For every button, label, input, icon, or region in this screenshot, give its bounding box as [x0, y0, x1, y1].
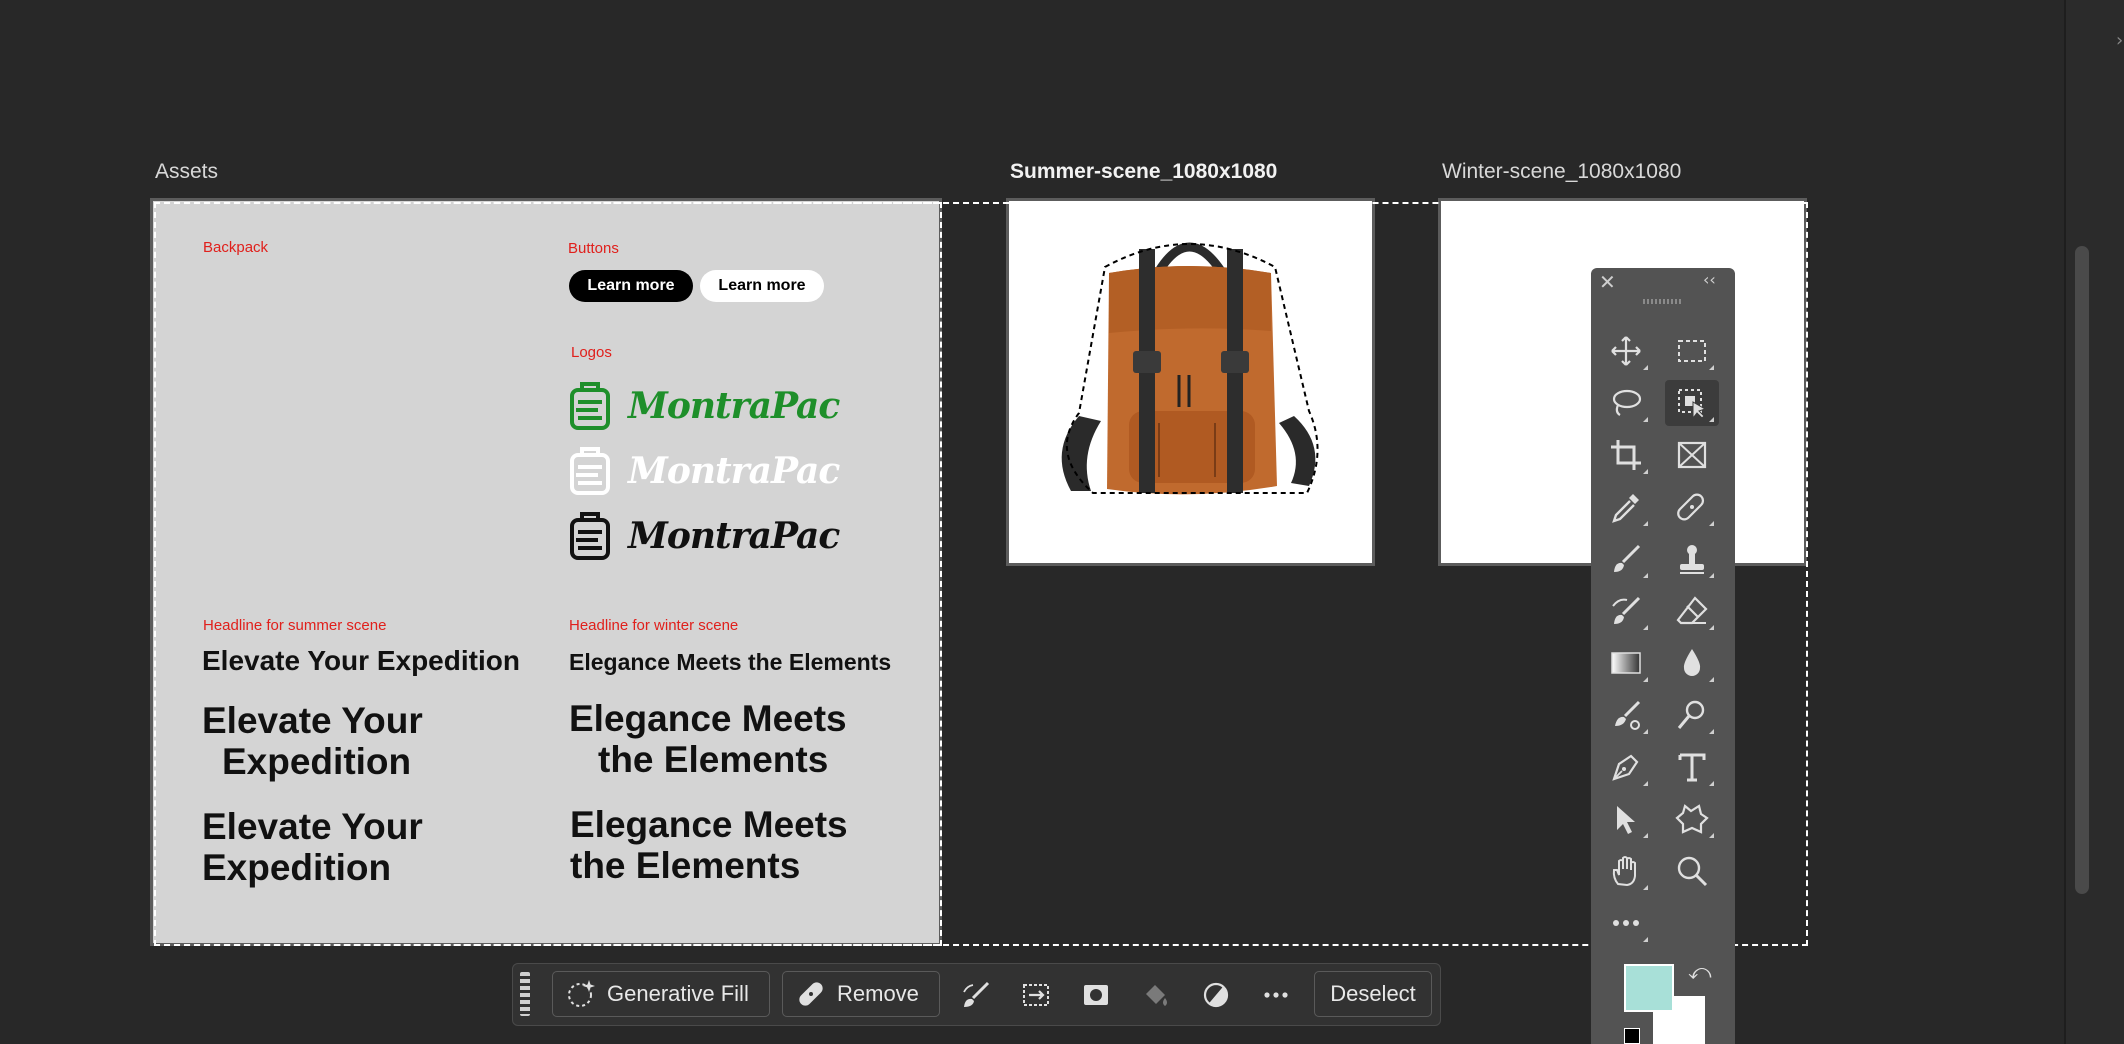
summer-headline-3-line1[interactable]: Elevate Your: [202, 806, 423, 849]
fill-bucket-icon[interactable]: [1140, 979, 1172, 1011]
artboard-label-summer[interactable]: Summer-scene_1080x1080: [1010, 160, 1277, 184]
summer-headline-2-line2[interactable]: Expedition: [222, 741, 411, 784]
winter-headline-2-line1[interactable]: Elegance Meets: [569, 698, 847, 741]
history-brush-tool-icon[interactable]: [1599, 588, 1653, 634]
learn-more-dark-button[interactable]: Learn more: [569, 270, 693, 302]
mixer-brush-tool-icon[interactable]: [1599, 692, 1653, 738]
panel-grip[interactable]: [1643, 299, 1683, 304]
generative-fill-button[interactable]: Generative Fill: [552, 971, 770, 1017]
artboard-summer[interactable]: [1006, 198, 1375, 566]
logo-wordmark-black: MontraPac: [628, 515, 840, 557]
blur-tool-icon[interactable]: [1665, 640, 1719, 686]
panel-expand-chevron-icon[interactable]: ›: [2116, 30, 2123, 51]
dodge-tool-icon[interactable]: [1665, 692, 1719, 738]
summer-headline-label: Headline for summer scene: [203, 617, 387, 634]
rectangular-marquee-tool-icon[interactable]: [1665, 328, 1719, 374]
foreground-color-swatch[interactable]: [1624, 964, 1674, 1012]
deselect-label: Deselect: [1330, 981, 1416, 1006]
default-colors-icon[interactable]: [1624, 1028, 1640, 1044]
logo-wordmark-green: MontraPac: [628, 385, 840, 427]
backpack-logo-icon: [570, 382, 610, 430]
adjustment-layer-icon[interactable]: [1200, 979, 1232, 1011]
taskbar-grip[interactable]: [520, 972, 530, 1016]
brush-tool-icon[interactable]: [1599, 536, 1653, 582]
logo-black: MontraPac: [568, 510, 840, 562]
learn-more-light-button[interactable]: Learn more: [700, 270, 824, 302]
remove-healing-icon: [799, 982, 823, 1006]
path-selection-tool-icon[interactable]: [1599, 796, 1653, 842]
winter-headline-2-line2[interactable]: the Elements: [598, 739, 828, 782]
winter-headline-3-line2[interactable]: the Elements: [570, 845, 800, 888]
shape-tool-icon[interactable]: [1665, 796, 1719, 842]
summer-headline-2-line1[interactable]: Elevate Your: [202, 700, 423, 743]
logo-green: MontraPac: [568, 380, 840, 432]
backpack-logo-icon: [570, 447, 610, 495]
lasso-tool-icon[interactable]: [1599, 380, 1653, 426]
brush-selection-icon[interactable]: [960, 979, 992, 1011]
summer-headline-3-line2[interactable]: Expedition: [202, 847, 391, 890]
logo-wordmark-white: MontraPac: [628, 450, 840, 492]
more-options-icon[interactable]: [1260, 979, 1292, 1011]
collapse-panel-icon[interactable]: ‹‹: [1703, 270, 1716, 289]
transform-selection-icon[interactable]: [1020, 979, 1052, 1011]
object-selection-tool-icon[interactable]: [1665, 380, 1719, 426]
hand-tool-icon[interactable]: [1599, 848, 1653, 894]
gradient-tool-icon[interactable]: [1599, 640, 1653, 686]
move-tool-icon[interactable]: [1599, 328, 1653, 374]
logo-white: MontraPac: [568, 445, 840, 497]
buttons-label: Buttons: [568, 240, 619, 257]
remove-label: Remove: [837, 981, 919, 1006]
logos-label: Logos: [571, 344, 612, 361]
generative-fill-icon: [568, 980, 595, 1007]
mask-icon[interactable]: [1080, 979, 1112, 1011]
winter-headline-3-line1[interactable]: Elegance Meets: [570, 804, 848, 847]
zoom-tool-icon[interactable]: [1665, 848, 1719, 894]
backpack-image[interactable]: [1009, 201, 1372, 563]
type-tool-icon[interactable]: [1665, 744, 1719, 790]
backpack-logo-icon: [570, 512, 610, 560]
remove-button[interactable]: Remove: [782, 971, 940, 1017]
winter-headline-label: Headline for winter scene: [569, 617, 739, 634]
eyedropper-tool-icon[interactable]: [1599, 484, 1653, 530]
backpack-label: Backpack: [203, 239, 269, 256]
swap-colors-icon[interactable]: ⤺: [1688, 960, 1712, 985]
pen-tool-icon[interactable]: [1599, 744, 1653, 790]
more-tools-icon[interactable]: [1599, 900, 1653, 946]
generative-fill-label: Generative Fill: [607, 981, 749, 1006]
crop-tool-icon[interactable]: [1599, 432, 1653, 478]
artboard-label-winter[interactable]: Winter-scene_1080x1080: [1442, 160, 1681, 184]
spot-healing-brush-tool-icon[interactable]: [1665, 484, 1719, 530]
close-icon[interactable]: ✕: [1599, 270, 1616, 294]
clone-stamp-tool-icon[interactable]: [1665, 536, 1719, 582]
artboard-label-assets[interactable]: Assets: [155, 160, 218, 184]
winter-headline-1[interactable]: Elegance Meets the Elements: [569, 649, 891, 675]
deselect-button[interactable]: Deselect: [1314, 971, 1432, 1017]
summer-headline-1[interactable]: Elevate Your Expedition: [202, 645, 520, 677]
frame-tool-icon[interactable]: [1665, 432, 1719, 478]
scrollbar-thumb[interactable]: [2075, 246, 2089, 894]
eraser-tool-icon[interactable]: [1665, 588, 1719, 634]
